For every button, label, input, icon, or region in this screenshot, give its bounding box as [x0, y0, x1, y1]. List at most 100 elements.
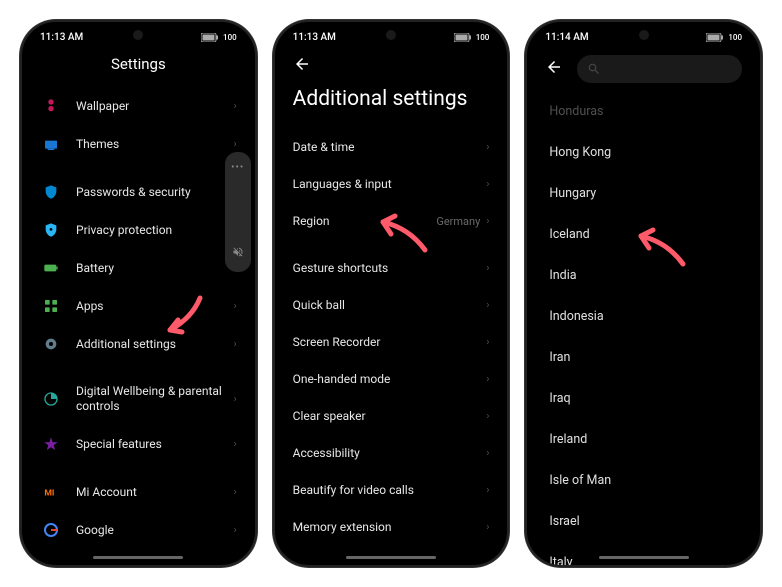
item-label: Beautify for video calls: [293, 483, 487, 498]
svg-text:MI: MI: [44, 488, 54, 498]
chevron-right-icon: ›: [486, 300, 489, 311]
wellbeing-icon: [40, 391, 62, 407]
privacy-icon: [40, 222, 62, 238]
list-item[interactable]: Digital Wellbeing & parental controls ›: [22, 373, 255, 425]
region-option[interactable]: Italy: [527, 542, 760, 567]
item-label: Wallpaper: [76, 99, 234, 114]
item-label: Passwords & security: [76, 185, 234, 200]
region-option[interactable]: Hong Kong: [527, 132, 760, 173]
chevron-right-icon: ›: [234, 101, 237, 112]
list-item[interactable]: Memory extension ›: [275, 509, 508, 546]
item-label: Quick ball: [293, 298, 487, 313]
chevron-right-icon: ›: [486, 263, 489, 274]
list-item[interactable]: Languages & input ›: [275, 166, 508, 203]
item-label: Apps: [76, 299, 234, 314]
battery-icon: [454, 33, 472, 42]
camera-notch: [133, 30, 143, 40]
themes-icon: [40, 136, 62, 152]
battery-percent: 100: [728, 33, 742, 42]
item-label: Date & time: [293, 140, 487, 155]
item-label: One-handed mode: [293, 372, 487, 387]
status-time: 11:14 AM: [545, 32, 588, 43]
item-label: Special features: [76, 437, 234, 452]
battery-percent: 100: [476, 33, 490, 42]
settings-icon: [40, 336, 62, 352]
region-option[interactable]: Hungary: [527, 173, 760, 214]
special-icon: [40, 436, 62, 452]
chevron-right-icon: ›: [234, 301, 237, 312]
list-item[interactable]: Themes ›: [22, 125, 255, 163]
chevron-right-icon: ›: [234, 394, 237, 405]
list-item[interactable]: Accessibility ›: [275, 435, 508, 472]
region-option[interactable]: Isle of Man: [527, 460, 760, 501]
region-option[interactable]: Indonesia: [527, 296, 760, 337]
chevron-right-icon: ›: [486, 216, 489, 227]
search-icon: [587, 62, 601, 76]
mute-icon[interactable]: [232, 243, 244, 262]
region-option[interactable]: Honduras: [527, 91, 760, 132]
chevron-right-icon: ›: [234, 139, 237, 150]
list-item[interactable]: Clear speaker ›: [275, 398, 508, 435]
shield-icon: [40, 184, 62, 200]
list-item[interactable]: Google ›: [22, 511, 255, 549]
list-item[interactable]: MI Mi Account ›: [22, 473, 255, 511]
home-indicator[interactable]: [93, 556, 183, 559]
settings-list: Date & time › Languages & input › Region…: [275, 129, 508, 546]
item-label: Mi Account: [76, 485, 234, 500]
item-label: Accessibility: [293, 446, 487, 461]
region-list: HondurasHong KongHungaryIcelandIndiaIndo…: [527, 91, 760, 567]
wallpaper-icon: [40, 98, 62, 114]
back-button[interactable]: [293, 55, 311, 77]
back-button[interactable]: [545, 58, 563, 80]
battery-icon: [706, 33, 724, 42]
list-item[interactable]: Additional settings ›: [22, 325, 255, 363]
item-value: Germany: [436, 215, 480, 228]
battery-percent: 100: [223, 33, 237, 42]
list-item[interactable]: Wallpaper ›: [22, 87, 255, 125]
list-item[interactable]: Battery ›: [22, 249, 255, 287]
phone-settings-main: 11:13 AM 100 Settings Wallpaper › Themes…: [20, 20, 257, 567]
chevron-right-icon: ›: [486, 179, 489, 190]
region-option[interactable]: Iraq: [527, 378, 760, 419]
list-item[interactable]: Beautify for video calls ›: [275, 472, 508, 509]
list-item[interactable]: Gesture shortcuts ›: [275, 250, 508, 287]
camera-notch: [639, 30, 649, 40]
region-option[interactable]: Iran: [527, 337, 760, 378]
list-item[interactable]: Quick ball ›: [275, 287, 508, 324]
chevron-right-icon: ›: [486, 374, 489, 385]
list-item[interactable]: Date & time ›: [275, 129, 508, 166]
chevron-right-icon: ›: [234, 339, 237, 350]
list-item[interactable]: Special features ›: [22, 425, 255, 463]
item-label: Clear speaker: [293, 409, 487, 424]
chevron-right-icon: ›: [234, 439, 237, 450]
item-label: Privacy protection: [76, 223, 234, 238]
item-label: Region: [293, 214, 437, 229]
home-indicator[interactable]: [599, 556, 689, 559]
list-item[interactable]: Region Germany ›: [275, 203, 508, 240]
camera-notch: [386, 30, 396, 40]
item-label: Gesture shortcuts: [293, 261, 487, 276]
region-option[interactable]: India: [527, 255, 760, 296]
list-item[interactable]: Passwords & security ›: [22, 173, 255, 211]
region-option[interactable]: Ireland: [527, 419, 760, 460]
status-time: 11:13 AM: [40, 32, 83, 43]
home-indicator[interactable]: [346, 556, 436, 559]
list-item[interactable]: Screen Recorder ›: [275, 324, 508, 361]
item-label: Languages & input: [293, 177, 487, 192]
page-title: Settings: [22, 47, 255, 87]
page-title: Additional settings: [275, 81, 508, 129]
list-item[interactable]: Privacy protection ›: [22, 211, 255, 249]
item-label: Memory extension: [293, 520, 487, 535]
mi-icon: MI: [40, 484, 62, 500]
more-dots-icon[interactable]: •••: [231, 162, 244, 173]
volume-panel[interactable]: •••: [225, 152, 251, 272]
list-item[interactable]: Apps ›: [22, 287, 255, 325]
region-option[interactable]: Israel: [527, 501, 760, 542]
settings-list: Wallpaper › Themes › Passwords & securit…: [22, 87, 255, 549]
region-option[interactable]: Iceland: [527, 214, 760, 255]
chevron-right-icon: ›: [486, 522, 489, 533]
list-item[interactable]: One-handed mode ›: [275, 361, 508, 398]
item-label: Battery: [76, 261, 234, 276]
search-input[interactable]: [577, 55, 742, 83]
item-label: Themes: [76, 137, 234, 152]
